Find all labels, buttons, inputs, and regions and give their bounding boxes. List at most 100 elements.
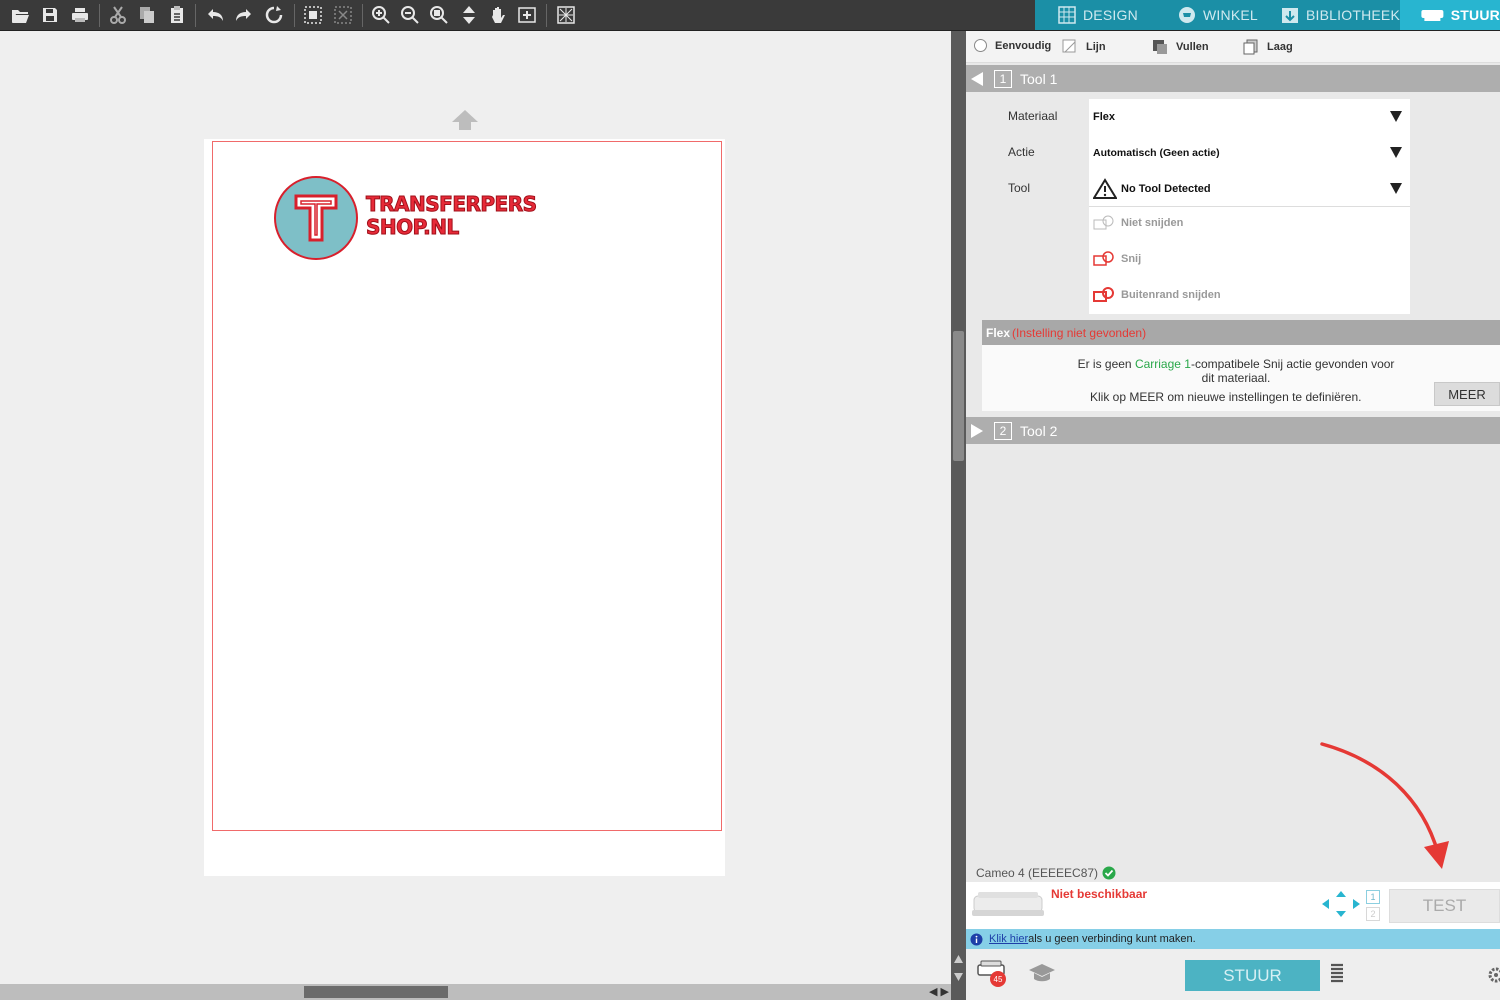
- main-toolbar: DESIGN WINKEL BIBLIOTHEEK STUUR: [0, 0, 1500, 31]
- send-mode-tabs: Eenvoudig Lijn Vullen Laag: [966, 31, 1500, 63]
- carriage-name: Carriage 1: [1134, 357, 1191, 371]
- logo-line-1: TRANSFERPERS: [366, 192, 538, 216]
- cutting-page[interactable]: TRANSFERPERS SHOP.NL: [204, 139, 725, 876]
- toolbar-divider: [362, 4, 363, 27]
- warning-text-line-3: Klik op MEER om nieuwe instellingen te d…: [1090, 390, 1362, 404]
- tool-2-number: 2: [994, 421, 1012, 440]
- tutorial-cap-icon[interactable]: [1028, 961, 1056, 985]
- job-count-badge: 45: [994, 975, 1003, 984]
- layer-icon: [1243, 39, 1258, 55]
- cut-option-niet-snijden[interactable]: Niet snijden: [1093, 215, 1183, 231]
- no-cut-icon: [1093, 215, 1114, 230]
- print-icon[interactable]: [68, 4, 92, 26]
- line-icon: [1062, 39, 1076, 53]
- move-arrows-icon[interactable]: [1321, 890, 1361, 918]
- redo-icon[interactable]: [232, 4, 256, 26]
- zoom-selection-icon[interactable]: [427, 4, 451, 26]
- expand-arrow-icon[interactable]: [970, 423, 984, 439]
- toolbar-divider: [99, 4, 100, 27]
- material-name: Flex: [986, 325, 1011, 340]
- meer-button[interactable]: MEER: [1434, 382, 1500, 406]
- cut-option-buitenrand-snijden[interactable]: Buitenrand snijden: [1093, 287, 1221, 303]
- radio-icon: [974, 39, 987, 52]
- tab-bibliotheek[interactable]: BIBLIOTHEEK: [1280, 0, 1400, 30]
- cut-option-snij[interactable]: Snij: [1093, 251, 1141, 267]
- tool-2-title: Tool 2: [1020, 422, 1058, 439]
- deselect-icon[interactable]: [331, 4, 355, 26]
- logo-emblem[interactable]: [274, 176, 358, 260]
- carriage-1-toggle[interactable]: 1: [1366, 890, 1380, 904]
- paste-icon[interactable]: [165, 4, 189, 26]
- add-page-icon[interactable]: [515, 4, 539, 26]
- cut-icon[interactable]: [106, 4, 130, 26]
- pixscan-icon[interactable]: [554, 4, 578, 26]
- carriage-2-toggle[interactable]: 2: [1366, 907, 1380, 921]
- tool-1-number: 1: [994, 69, 1012, 88]
- vertical-scroll-thumb[interactable]: [953, 331, 964, 461]
- select-all-icon[interactable]: [301, 4, 325, 26]
- connection-help-text: als u geen verbinding kunt maken.: [1028, 933, 1196, 945]
- info-icon: [970, 933, 983, 945]
- warning-text: -compatibele Snij actie gevonden voor: [1190, 357, 1395, 371]
- tool-2-header[interactable]: 2 Tool 2: [966, 417, 1500, 444]
- zoom-in-icon[interactable]: [369, 4, 393, 26]
- mode-tabs: DESIGN WINKEL BIBLIOTHEEK STUUR: [1035, 0, 1500, 30]
- device-status: Niet beschikbaar: [1051, 887, 1148, 901]
- send-cutter-icon: [1421, 10, 1444, 21]
- job-queue-icon[interactable]: 45: [976, 959, 1010, 989]
- cameo-machine-icon: [972, 892, 1044, 916]
- save-icon[interactable]: [38, 4, 62, 26]
- actie-dropdown[interactable]: Automatisch (Geen actie): [1089, 135, 1410, 171]
- tool-value: No Tool Detected: [1121, 182, 1211, 195]
- vertical-scrollbar[interactable]: [951, 31, 966, 1000]
- settings-gear-icon[interactable]: [1486, 966, 1500, 984]
- copy-icon[interactable]: [135, 4, 159, 26]
- tab-laag[interactable]: Laag: [1243, 39, 1293, 55]
- tool-dropdown[interactable]: No Tool Detected: [1089, 171, 1410, 207]
- tab-vullen[interactable]: Vullen: [1152, 39, 1209, 55]
- scroll-arrow-buttons-icon[interactable]: ◀ ▶: [929, 985, 949, 998]
- tool-label: Tool: [1008, 181, 1031, 195]
- tab-bibliotheek-label: BIBLIOTHEEK: [1306, 7, 1401, 23]
- tab-design-label: DESIGN: [1083, 7, 1138, 23]
- tab-eenvoudig[interactable]: Eenvoudig: [974, 39, 1051, 52]
- tool-1-header[interactable]: 1 Tool 1: [966, 65, 1500, 92]
- tab-lijn-label: Lijn: [1086, 41, 1106, 53]
- tab-winkel[interactable]: WINKEL: [1177, 0, 1258, 30]
- fit-to-page-icon[interactable]: [457, 4, 481, 26]
- feed-direction-arrow-icon: [452, 110, 478, 130]
- connection-help-bar: Klik hier als u geen verbinding kunt mak…: [966, 929, 1500, 949]
- klik-hier-link[interactable]: Klik hier: [989, 933, 1028, 945]
- tool-1-title: Tool 1: [1020, 70, 1058, 87]
- device-name-text: Cameo 4 (EEEEEC87): [976, 866, 1099, 880]
- silhouette-studio-window: DESIGN WINKEL BIBLIOTHEEK STUUR TRANSFER…: [0, 0, 1500, 1000]
- pan-hand-icon[interactable]: [486, 4, 510, 26]
- undo-icon[interactable]: [203, 4, 227, 26]
- materiaal-dropdown[interactable]: Flex: [1089, 99, 1410, 135]
- redraw-icon[interactable]: [262, 4, 286, 26]
- device-name[interactable]: Cameo 4 (EEEEEC87): [976, 866, 1116, 880]
- tab-design[interactable]: DESIGN: [1057, 0, 1138, 30]
- stuur-send-button[interactable]: STUUR: [1185, 960, 1320, 991]
- tab-lijn[interactable]: Lijn: [1062, 39, 1106, 55]
- zoom-out-icon[interactable]: [398, 4, 422, 26]
- horizontal-scroll-thumb[interactable]: [304, 986, 448, 998]
- materiaal-value: Flex: [1093, 111, 1116, 123]
- tab-eenvoudig-label: Eenvoudig: [995, 39, 1052, 52]
- tab-laag-label: Laag: [1267, 41, 1293, 53]
- open-icon[interactable]: [8, 4, 32, 26]
- design-canvas[interactable]: TRANSFERPERS SHOP.NL: [0, 31, 951, 1000]
- scroll-arrows-icon[interactable]: [953, 953, 964, 983]
- tab-stuur[interactable]: STUUR: [1400, 0, 1500, 30]
- logo-wordmark[interactable]: TRANSFERPERS SHOP.NL: [366, 192, 538, 239]
- queue-list-icon[interactable]: [1330, 963, 1344, 985]
- tool-settings-box: Flex Automatisch (Geen actie) No Tool De…: [1089, 99, 1410, 314]
- material-warning-message: Er is geen Carriage 1-compatibele Snij a…: [982, 345, 1500, 411]
- fill-icon: [1153, 40, 1167, 54]
- horizontal-scrollbar[interactable]: ◀ ▶: [0, 984, 951, 1000]
- cut-option-label: Niet snijden: [1121, 217, 1184, 229]
- cut-option-label: Snij: [1121, 253, 1142, 265]
- material-status: (Instelling niet gevonden): [1012, 325, 1147, 340]
- test-button[interactable]: TEST: [1389, 889, 1500, 923]
- collapse-arrow-icon[interactable]: [970, 71, 984, 87]
